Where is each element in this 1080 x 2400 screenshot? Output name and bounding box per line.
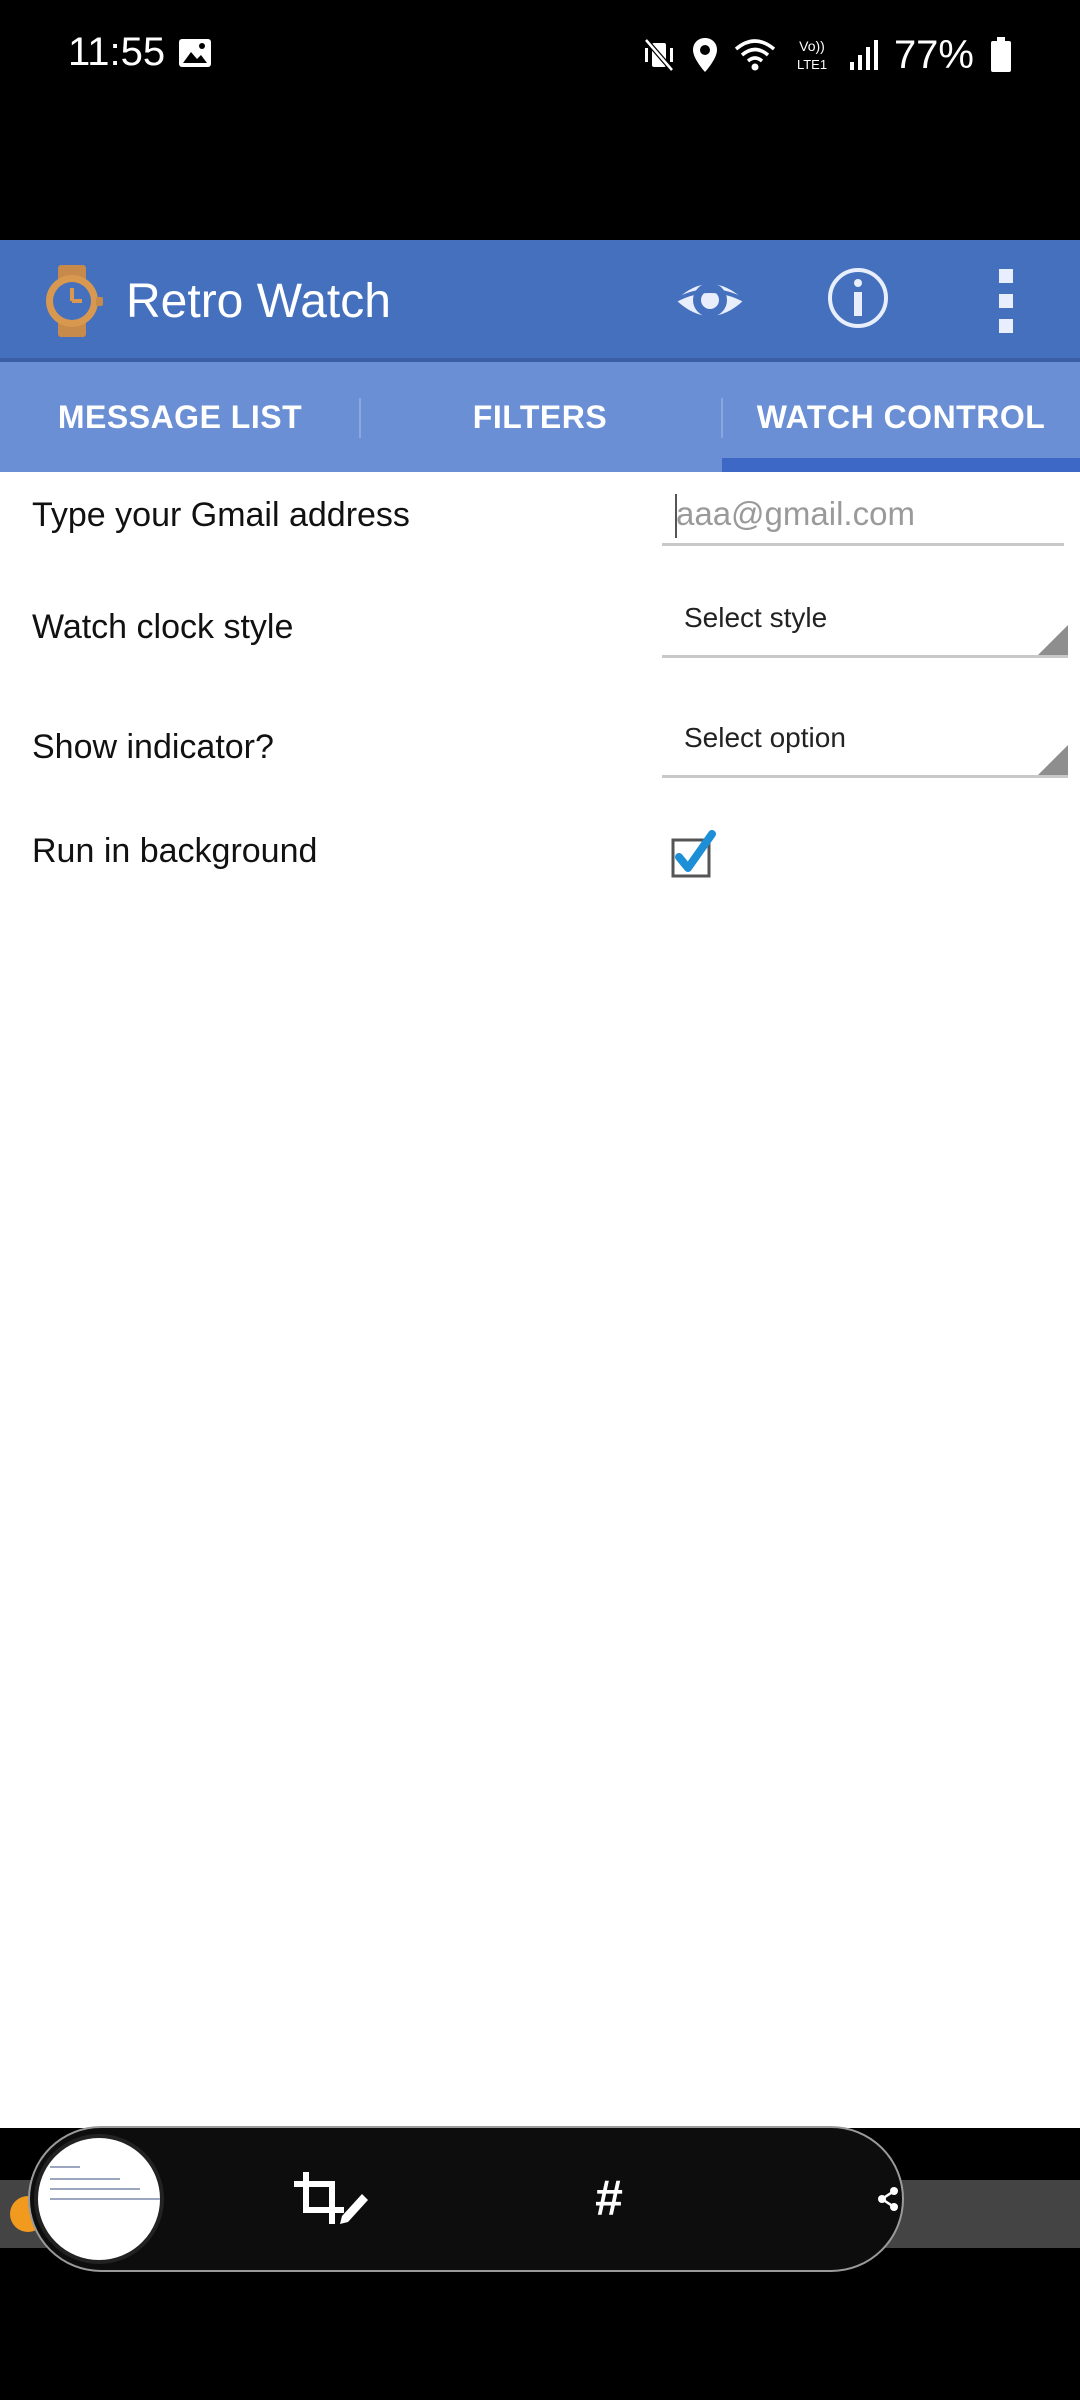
battery-icon	[991, 37, 1011, 72]
gallery-icon	[179, 39, 211, 67]
tab-label: FILTERS	[472, 398, 608, 435]
screenshot-thumbnail[interactable]	[34, 2134, 164, 2264]
dropdown-arrow-icon	[1038, 745, 1068, 775]
tab-bar: MESSAGE LIST FILTERS WATCH CONTROL	[0, 362, 1080, 472]
info-icon[interactable]	[826, 266, 890, 330]
clock-style-value: Select style	[684, 602, 828, 633]
gmail-label: Type your Gmail address	[32, 496, 410, 534]
mute-vibrate-icon	[644, 38, 674, 72]
svg-text:LTE1: LTE1	[797, 57, 827, 72]
indicator-dropdown[interactable]: Select option	[662, 706, 1068, 778]
status-icons: Vo)) LTE1 77%	[642, 28, 1012, 82]
status-spacer	[0, 110, 1080, 240]
app-title: Retro Watch	[126, 275, 391, 328]
indicator-value: Select option	[684, 722, 846, 753]
tab-label: MESSAGE LIST	[57, 398, 303, 435]
wifi-icon	[734, 39, 776, 71]
run-in-background-checkbox[interactable]	[670, 830, 718, 878]
tab-label: WATCH CONTROL	[756, 398, 1046, 435]
hashtag-icon[interactable]: #	[582, 2164, 636, 2232]
location-icon	[692, 38, 717, 72]
volte-icon: Vo)) LTE1	[797, 38, 827, 72]
overflow-menu-icon[interactable]	[988, 266, 1024, 336]
system-navigation-bar	[0, 2272, 1080, 2400]
status-time: 11:55	[68, 30, 166, 74]
watch-logo-icon	[46, 265, 103, 337]
tab-watch-control[interactable]: WATCH CONTROL	[722, 362, 1080, 472]
eye-icon[interactable]	[672, 270, 748, 330]
signal-icon	[849, 40, 878, 70]
tab-filters[interactable]: FILTERS	[360, 362, 720, 472]
gmail-address-input[interactable]	[662, 484, 1064, 546]
tab-message-list[interactable]: MESSAGE LIST	[0, 362, 360, 472]
selected-tab-indicator	[722, 458, 1080, 472]
battery-percent: 77%	[893, 32, 974, 77]
crop-edit-icon[interactable]	[292, 2168, 370, 2228]
svg-text:Vo)): Vo))	[799, 38, 825, 54]
status-bar: 11:55 Vo)) LTE1 77%	[0, 0, 1080, 110]
app-bar: Retro Watch	[0, 240, 1080, 362]
share-icon[interactable]	[876, 2186, 900, 2212]
dropdown-arrow-icon	[1038, 625, 1068, 655]
indicator-label: Show indicator?	[32, 728, 274, 766]
text-cursor	[675, 494, 677, 538]
clock-style-label: Watch clock style	[32, 608, 294, 646]
background-label: Run in background	[32, 832, 318, 870]
watch-control-panel: Type your Gmail address Watch clock styl…	[0, 472, 1080, 2128]
clock-style-dropdown[interactable]: Select style	[662, 586, 1068, 658]
